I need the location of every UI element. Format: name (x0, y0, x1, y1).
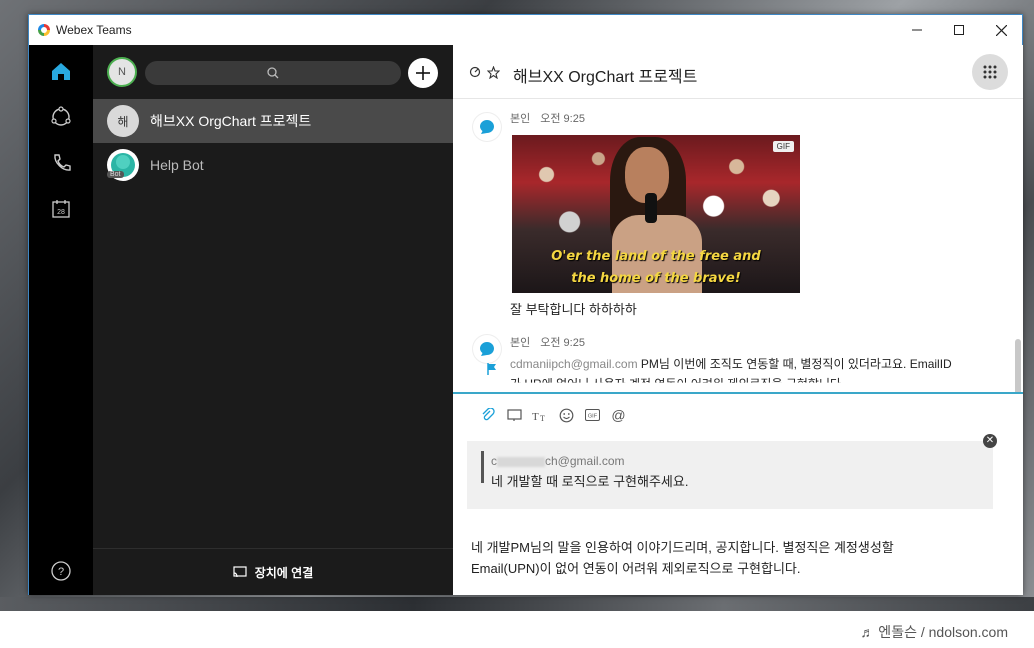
quote-bar (481, 451, 484, 483)
quoted-message: c ch@gmail.com 네 개발할 때 로직으로 구현해주세요. (467, 441, 993, 509)
svg-text:T: T (540, 414, 545, 422)
list-header: N (93, 45, 453, 99)
paperclip-icon (482, 408, 495, 421)
svg-text:T: T (532, 411, 539, 422)
conversation-item-orgchart[interactable]: 해 해브XX OrgChart 프로젝트 (93, 99, 453, 143)
minimize-icon (912, 29, 922, 31)
message-text: cdmaniipch@gmail.com PM님 이번에 조직도 연동할 때, … (510, 355, 952, 372)
help-icon: ? (51, 561, 71, 581)
webex-logo-icon (38, 24, 50, 36)
chat-header: 해브XX OrgChart 프로젝트 (453, 45, 1023, 99)
sender-name: 본인 (510, 113, 531, 125)
message-meta: 본인 오전 9:25 (510, 110, 595, 126)
message-time: 오전 9:25 (540, 337, 585, 349)
svg-text:28: 28 (57, 209, 65, 216)
sender-name: 본인 (510, 337, 531, 349)
gif-button[interactable]: GIF (583, 406, 601, 424)
conversation-item-help-bot[interactable]: Bot Help Bot (93, 143, 453, 187)
search-icon (267, 67, 279, 79)
my-avatar[interactable]: N (107, 57, 137, 87)
bot-badge: Bot (107, 171, 124, 178)
window-controls (896, 15, 1022, 45)
add-button[interactable] (408, 58, 438, 88)
gif-badge: GIF (772, 141, 794, 152)
close-icon (995, 24, 1007, 36)
message-draft-line-1[interactable]: 네 개발PM님의 말을 인용하여 이야기드리며, 공지합니다. 별정직은 계정생… (471, 537, 894, 556)
emoji-button[interactable] (557, 406, 575, 424)
chat-bubble-icon (480, 120, 494, 134)
watermark: ♬ 엔돌슨 / ndolson.com (860, 624, 1008, 640)
format-text-button[interactable]: TT (531, 406, 549, 424)
sender-avatar[interactable] (473, 335, 501, 363)
composer: TT GIF @ c ch@gmail.com 네 개발할 때 로직으로 구현해주… (453, 392, 1023, 595)
flag-icon[interactable] (487, 363, 497, 375)
gif-image[interactable]: GIF O'er the land of the free and the ho… (512, 135, 800, 293)
quote-author: c ch@gmail.com (491, 454, 625, 468)
chat-title: 해브XX OrgChart 프로젝트 (513, 69, 698, 86)
calendar-icon: 28 (52, 200, 70, 218)
grid-icon (983, 65, 997, 79)
nav-rail: 28 ? (29, 45, 93, 595)
at-sign-icon: @ (611, 408, 625, 423)
mention-email[interactable]: cdmaniipch@gmail.com (510, 357, 638, 371)
home-icon (52, 63, 70, 80)
svg-text:?: ? (58, 566, 64, 578)
svg-text:GIF: GIF (587, 414, 597, 420)
calls-button[interactable] (49, 151, 73, 175)
message-meta: 본인 오전 9:25 (510, 334, 595, 350)
apps-menu-button[interactable] (972, 54, 1008, 90)
connect-device-label: 장치에 연결 (254, 565, 314, 580)
maximize-icon (954, 25, 964, 35)
gif-icon: GIF (584, 409, 600, 421)
message-list: 본인 오전 9:25 GIF O'er the land of the free … (453, 99, 1023, 392)
attach-button[interactable] (479, 406, 497, 424)
chat-panel: 해브XX OrgChart 프로젝트 본인 오전 9:25 GIF O'er t… (453, 45, 1023, 595)
plus-icon (416, 66, 430, 80)
message-text: 잘 부탁합니다 하하하하 (510, 302, 637, 317)
space-info-icon[interactable] (469, 66, 481, 78)
app-window: Webex Teams 28 ? N 해 해브XX OrgChart 프로젝트 … (28, 14, 1023, 595)
message-draft-line-2[interactable]: Email(UPN)이 없어 연동이 어려워 제외로직으로 구현합니다. (471, 558, 800, 577)
desktop-background-strip (0, 597, 1034, 611)
conversation-avatar: 해 (107, 105, 139, 137)
gif-caption-line-1: O'er the land of the free and (551, 249, 761, 264)
composer-toolbar: TT GIF @ (479, 406, 627, 424)
emoji-icon (559, 408, 573, 422)
teams-icon (51, 106, 71, 126)
message-text-overflow: 가 HR에 없어니 사용자 계정 연동이 어려워 제외로직을 구현합니다. (510, 377, 845, 391)
message-time: 오전 9:25 (540, 113, 585, 125)
conversation-list-panel: N 해 해브XX OrgChart 프로젝트 Bot Help Bot 장치에 … (93, 45, 453, 595)
title-bar: Webex Teams (29, 15, 1022, 45)
conversation-name: 해브XX OrgChart 프로젝트 (150, 113, 312, 129)
help-button[interactable]: ? (49, 559, 73, 583)
screenshot-button[interactable] (505, 406, 523, 424)
home-button[interactable] (49, 59, 73, 83)
gif-caption-line-2: the home of the brave! (571, 271, 741, 286)
gif-microphone (645, 193, 657, 223)
phone-icon (54, 154, 71, 171)
text-format-icon: TT (532, 411, 545, 422)
message-text-body: PM님 이번에 조직도 연동할 때, 별정직이 있더라고요. EmailID (640, 357, 952, 371)
conversation-name: Help Bot (150, 157, 204, 173)
sender-avatar[interactable] (473, 113, 501, 141)
quote-text: 네 개발할 때 로직으로 구현해주세요. (491, 474, 689, 489)
screen-capture-icon (506, 408, 522, 421)
close-button[interactable] (980, 15, 1022, 45)
teams-button[interactable] (49, 105, 73, 129)
message-scrollbar[interactable] (1015, 339, 1021, 392)
meetings-button[interactable]: 28 (49, 197, 73, 221)
maximize-button[interactable] (938, 15, 980, 45)
search-input[interactable] (145, 61, 401, 85)
connect-device-button[interactable]: 장치에 연결 (93, 548, 453, 595)
star-icon[interactable] (487, 66, 500, 79)
remove-quote-button[interactable]: ✕ (983, 434, 997, 448)
cast-icon (233, 566, 247, 578)
chat-bubble-icon (480, 342, 494, 356)
mention-button[interactable]: @ (609, 406, 627, 424)
window-title: Webex Teams (56, 23, 132, 37)
svg-text:@: @ (611, 408, 625, 423)
minimize-button[interactable] (896, 15, 938, 45)
